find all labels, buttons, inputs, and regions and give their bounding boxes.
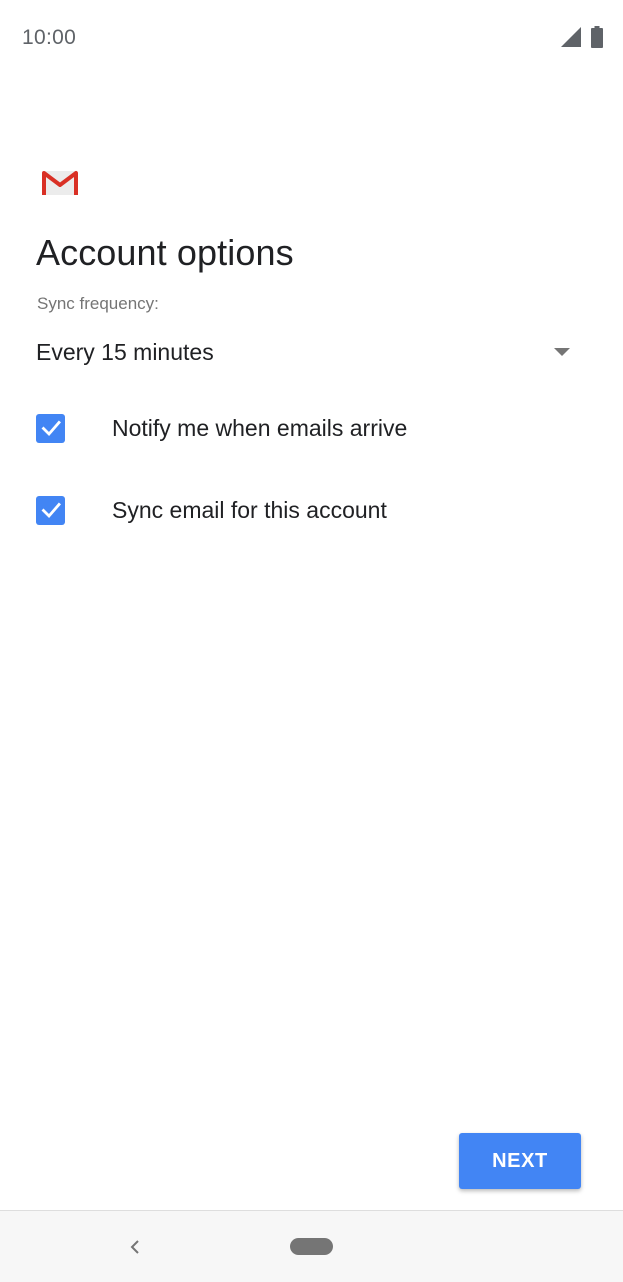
dropdown-arrow-icon xyxy=(554,348,570,356)
navigation-bar xyxy=(0,1210,623,1282)
sync-option-row[interactable]: Sync email for this account xyxy=(36,480,596,540)
next-button[interactable]: NEXT xyxy=(459,1133,581,1189)
status-bar: 10:00 xyxy=(0,0,623,76)
sync-frequency-value: Every 15 minutes xyxy=(36,338,214,365)
sync-frequency-label: Sync frequency: xyxy=(37,294,159,313)
home-pill[interactable] xyxy=(290,1238,333,1255)
gmail-logo-icon xyxy=(42,171,78,195)
status-icons xyxy=(561,26,603,48)
page-title: Account options xyxy=(36,232,294,273)
signal-icon xyxy=(561,27,581,47)
sync-checkbox[interactable] xyxy=(36,495,65,525)
notify-option-row[interactable]: Notify me when emails arrive xyxy=(36,398,596,458)
back-icon[interactable] xyxy=(125,1236,145,1258)
battery-icon xyxy=(591,26,603,48)
checkmark-icon xyxy=(41,420,61,437)
status-time: 10:00 xyxy=(22,26,77,49)
notify-checkbox[interactable] xyxy=(36,413,65,443)
account-options-screen: 10:00 Account options Sync frequency: Ev… xyxy=(0,0,623,1282)
sync-frequency-dropdown[interactable]: Every 15 minutes xyxy=(36,328,582,376)
sync-option-label: Sync email for this account xyxy=(112,496,387,523)
notify-option-label: Notify me when emails arrive xyxy=(112,414,408,441)
checkmark-icon xyxy=(41,502,61,519)
